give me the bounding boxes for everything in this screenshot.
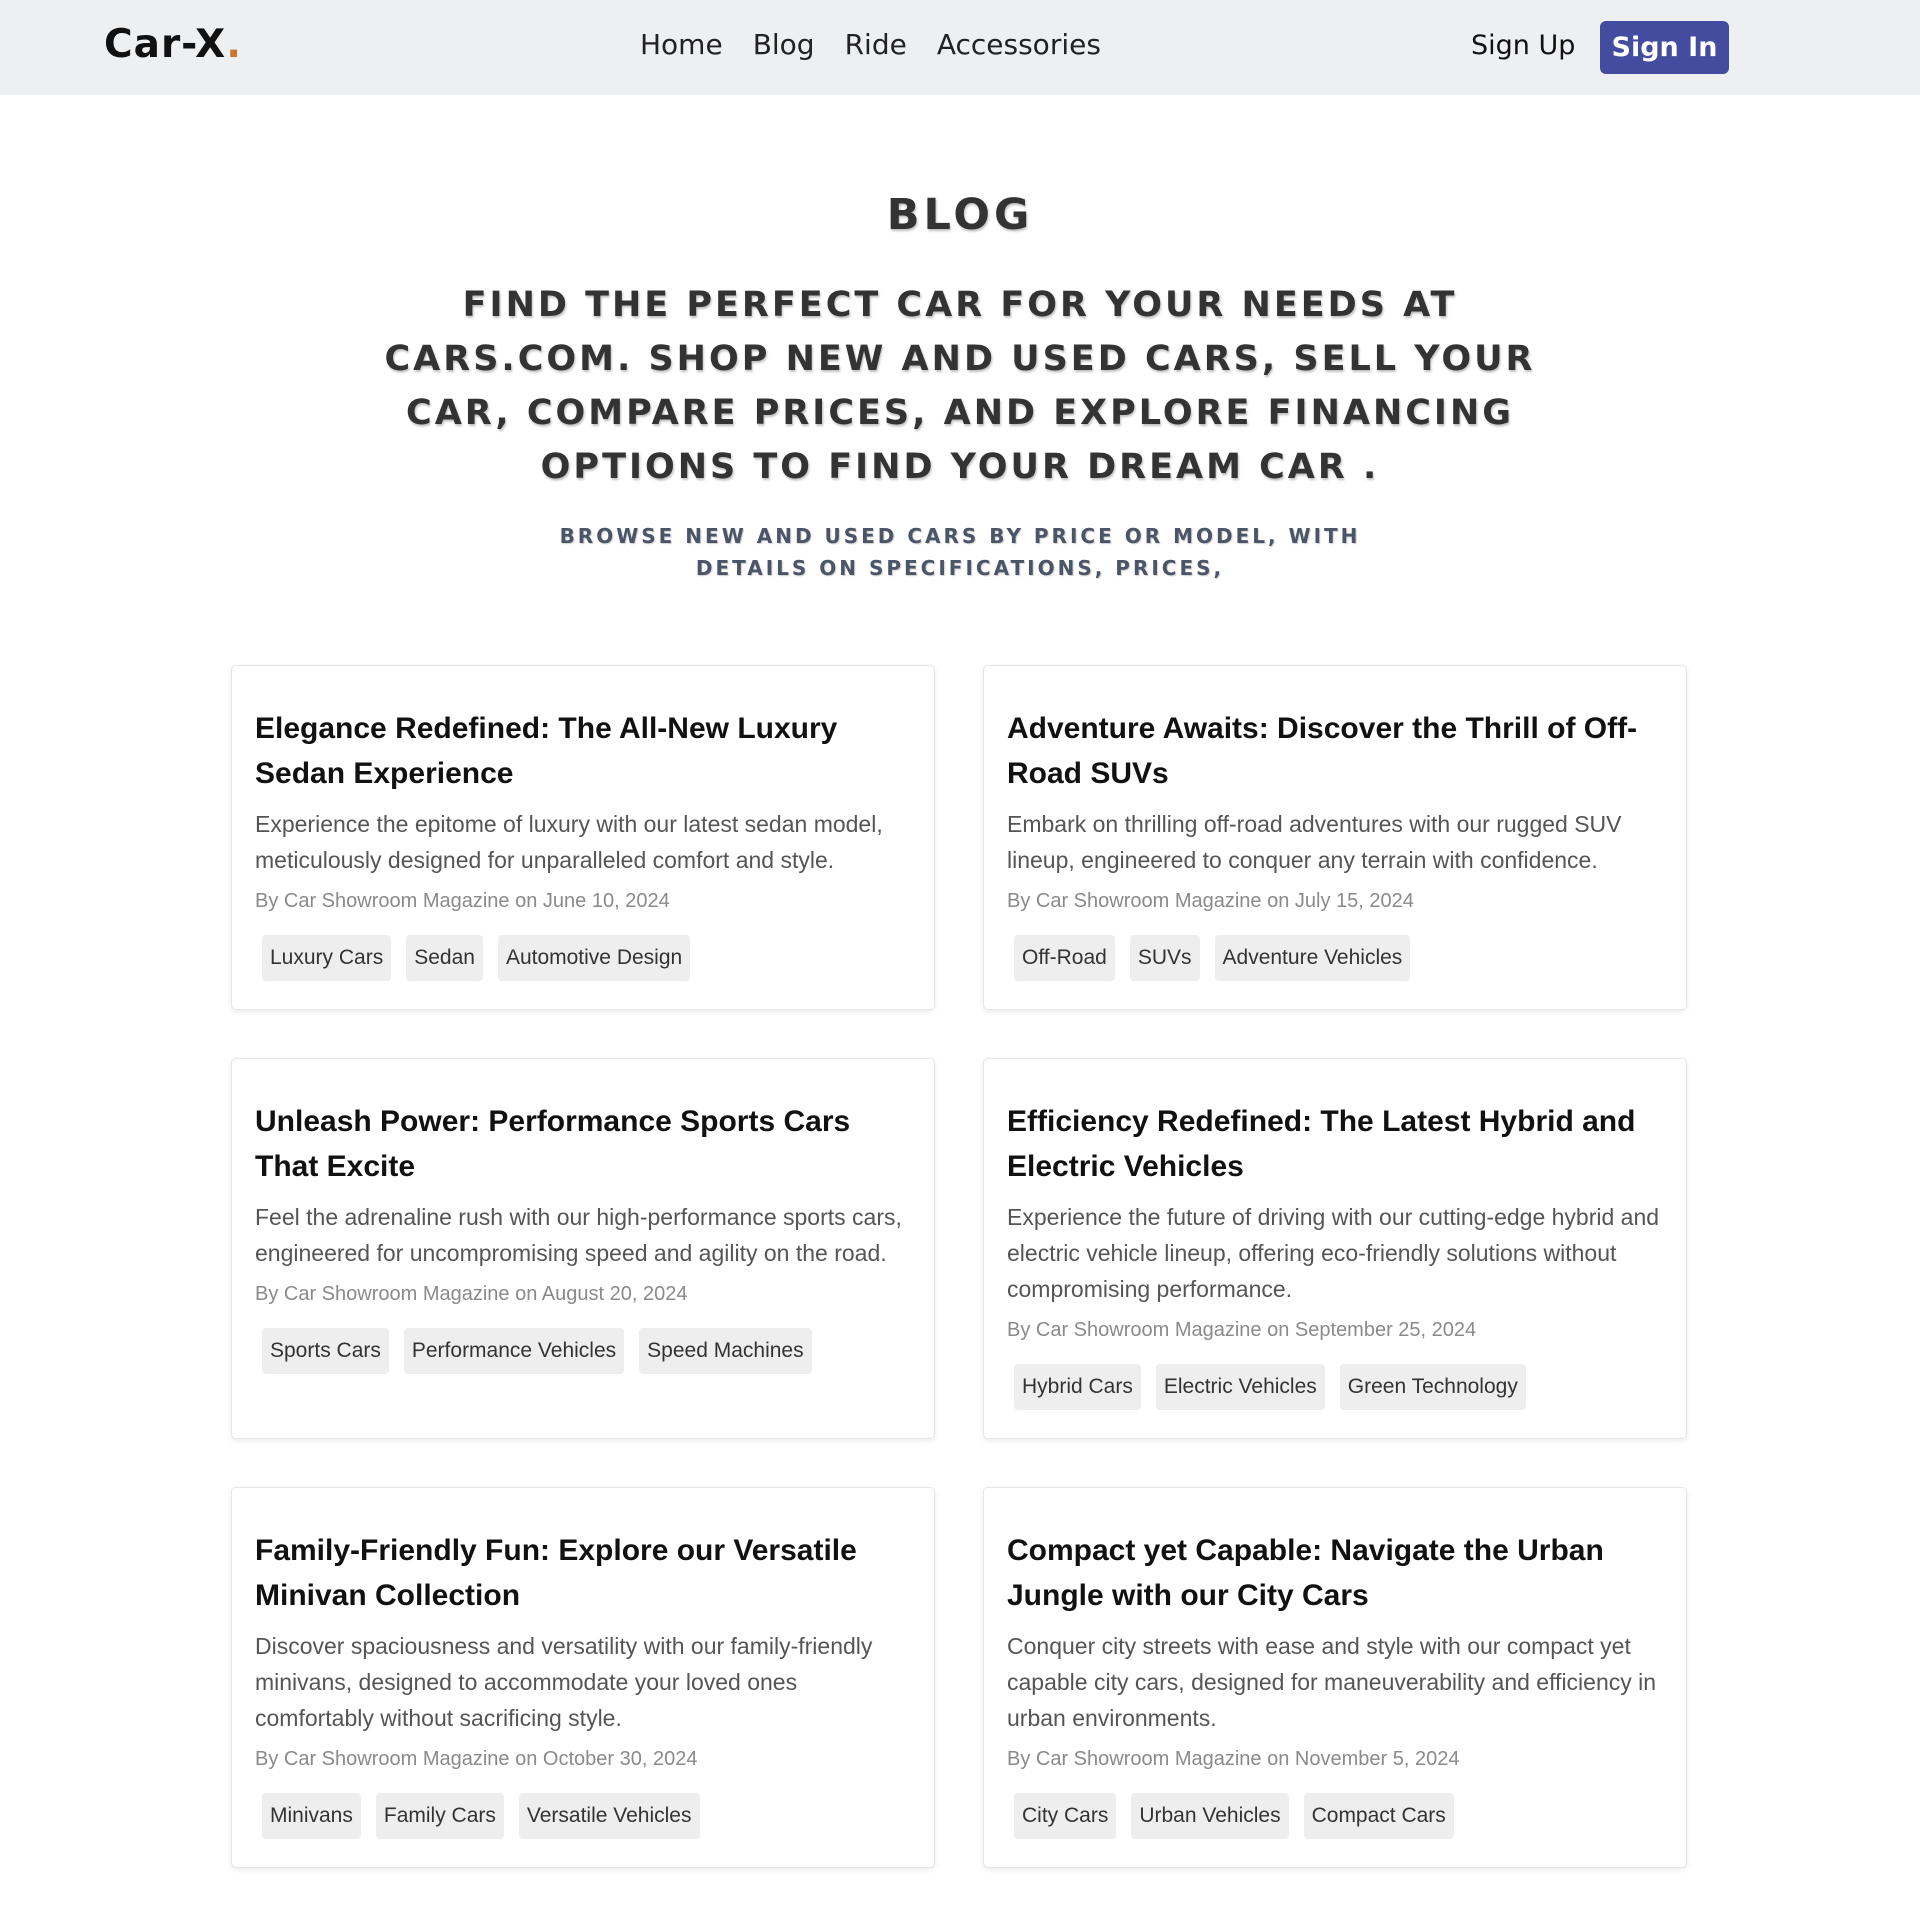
blog-card-tags: Sports Cars Performance Vehicles Speed M… — [255, 1328, 911, 1374]
tag[interactable]: City Cars — [1014, 1793, 1117, 1839]
blog-card-tags: Minivans Family Cars Versatile Vehicles — [255, 1793, 911, 1839]
tag[interactable]: SUVs — [1129, 935, 1200, 981]
tag[interactable]: Performance Vehicles — [403, 1328, 625, 1374]
tag[interactable]: Green Technology — [1339, 1364, 1526, 1410]
tag[interactable]: Family Cars — [375, 1793, 504, 1839]
blog-card-excerpt: Discover spaciousness and versatility wi… — [255, 1633, 873, 1731]
blog-card-excerpt: Embark on thrilling off-road adventures … — [1007, 811, 1622, 873]
tag[interactable]: Luxury Cars — [262, 935, 392, 981]
tag[interactable]: Compact Cars — [1303, 1793, 1454, 1839]
tag[interactable]: Hybrid Cars — [1014, 1364, 1141, 1410]
sign-up-link[interactable]: Sign Up — [1471, 30, 1575, 61]
blog-card-tags: Hybrid Cars Electric Vehicles Green Tech… — [1007, 1364, 1663, 1410]
blog-card-meta: By Car Showroom Magazine on October 30, … — [255, 1748, 698, 1770]
blog-card-meta: By Car Showroom Magazine on August 20, 2… — [255, 1283, 688, 1305]
blog-card[interactable]: Elegance Redefined: The All-New Luxury S… — [231, 665, 935, 1010]
navbar: Car-X. Home Blog Ride Accessories Sign U… — [0, 0, 1920, 95]
blog-card-excerpt: Feel the adrenaline rush with our high-p… — [255, 1204, 902, 1266]
page-title: BLOG — [886, 190, 1034, 240]
blog-card-meta: By Car Showroom Magazine on July 15, 202… — [1007, 890, 1414, 912]
blog-card-title[interactable]: Unleash Power: Performance Sports Cars T… — [255, 1099, 911, 1189]
blog-card-title[interactable]: Efficiency Redefined: The Latest Hybrid … — [1007, 1099, 1663, 1189]
tag[interactable]: Sports Cars — [262, 1328, 389, 1374]
blog-card-tags: City Cars Urban Vehicles Compact Cars — [1007, 1793, 1663, 1839]
tag[interactable]: Automotive Design — [497, 935, 691, 981]
logo-dot: . — [226, 22, 243, 67]
blog-card-excerpt: Experience the future of driving with ou… — [1007, 1204, 1660, 1302]
logo-text: Car-X — [104, 22, 227, 67]
blog-card-title[interactable]: Compact yet Capable: Navigate the Urban … — [1007, 1528, 1663, 1618]
hero: BLOG FIND THE PERFECT CAR FOR YOUR NEEDS… — [0, 190, 1920, 584]
hero-subtitle: FIND THE PERFECT CAR FOR YOUR NEEDS AT C… — [384, 285, 1536, 487]
tag[interactable]: Sedan — [406, 935, 483, 981]
tag[interactable]: Urban Vehicles — [1131, 1793, 1289, 1839]
tag[interactable]: Off-Road — [1014, 935, 1115, 981]
blog-card-meta: By Car Showroom Magazine on November 5, … — [1007, 1748, 1460, 1770]
tag[interactable]: Minivans — [262, 1793, 361, 1839]
blog-card[interactable]: Family-Friendly Fun: Explore our Versati… — [231, 1487, 935, 1868]
blog-card-title[interactable]: Family-Friendly Fun: Explore our Versati… — [255, 1528, 911, 1618]
nav-link-home[interactable]: Home — [640, 28, 723, 61]
blog-card-excerpt: Conquer city streets with ease and style… — [1007, 1633, 1657, 1731]
blog-card[interactable]: Compact yet Capable: Navigate the Urban … — [983, 1487, 1687, 1868]
blog-card-excerpt: Experience the epitome of luxury with ou… — [255, 811, 883, 873]
nav-link-blog[interactable]: Blog — [753, 28, 815, 61]
blog-card[interactable]: Efficiency Redefined: The Latest Hybrid … — [983, 1058, 1687, 1439]
hero-description: BROWSE NEW AND USED CARS BY PRICE OR MOD… — [559, 524, 1361, 580]
blog-card[interactable]: Adventure Awaits: Discover the Thrill of… — [983, 665, 1687, 1010]
nav-link-ride[interactable]: Ride — [845, 28, 907, 61]
tag[interactable]: Electric Vehicles — [1155, 1364, 1325, 1410]
sign-in-button[interactable]: Sign In — [1600, 21, 1729, 74]
blog-card-title[interactable]: Elegance Redefined: The All-New Luxury S… — [255, 706, 911, 796]
blog-card-tags: Off-Road SUVs Adventure Vehicles — [1007, 935, 1663, 981]
tag[interactable]: Speed Machines — [639, 1328, 812, 1374]
main-nav: Home Blog Ride Accessories — [640, 28, 1101, 61]
tag[interactable]: Versatile Vehicles — [518, 1793, 700, 1839]
blog-card-tags: Luxury Cars Sedan Automotive Design — [255, 935, 911, 981]
tag[interactable]: Adventure Vehicles — [1214, 935, 1411, 981]
logo[interactable]: Car-X. — [104, 22, 242, 67]
blog-post-grid: Elegance Redefined: The All-New Luxury S… — [231, 665, 1687, 1868]
blog-card-title[interactable]: Adventure Awaits: Discover the Thrill of… — [1007, 706, 1663, 796]
blog-card-meta: By Car Showroom Magazine on June 10, 202… — [255, 890, 670, 912]
blog-card-meta: By Car Showroom Magazine on September 25… — [1007, 1319, 1477, 1341]
nav-link-accessories[interactable]: Accessories — [937, 28, 1101, 61]
blog-card[interactable]: Unleash Power: Performance Sports Cars T… — [231, 1058, 935, 1439]
